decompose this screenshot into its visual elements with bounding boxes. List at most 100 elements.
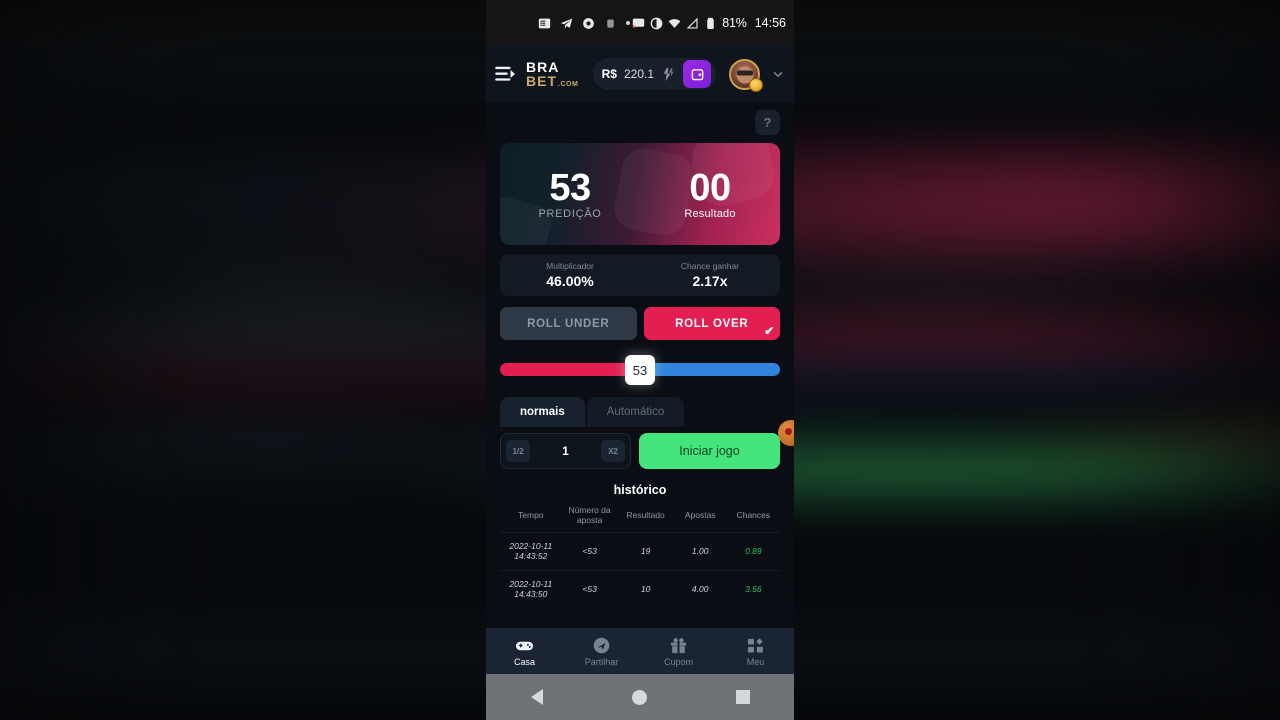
balance-amount: 220.1 xyxy=(623,67,654,81)
news-icon xyxy=(538,18,551,28)
help-label: ? xyxy=(763,115,772,130)
nav-label: Meu xyxy=(746,656,765,667)
cell-chances: 0.89 xyxy=(745,545,762,556)
app-icon xyxy=(607,18,614,28)
gift-icon xyxy=(670,637,687,653)
grid-icon xyxy=(747,637,763,653)
column-header-numero-aposta: Número da aposta xyxy=(568,505,611,525)
bet-controls: 1/2 1 X2 Iniciar jogo xyxy=(500,433,780,469)
nav-item-meu[interactable]: Meu xyxy=(717,636,794,667)
back-icon[interactable] xyxy=(530,689,543,705)
result-block: 00 Resultado xyxy=(640,143,780,245)
screenshot-stage: Multiplicador 46.00% Chance ganhar 2.17x… xyxy=(0,0,1280,720)
phone-screen: 81% 14:56 BRA BET .COM R$ 220.1 ? 53 PRE… xyxy=(486,0,794,720)
cast-icon xyxy=(633,18,645,28)
column-header-apostas: Apostas xyxy=(684,509,716,520)
android-system-nav xyxy=(486,674,794,720)
battery-icon xyxy=(707,17,715,29)
stat-value: 46.00% xyxy=(546,273,594,289)
tab-automatico[interactable]: Automático xyxy=(586,397,685,427)
history-title: histórico xyxy=(613,483,667,497)
wallet-button[interactable] xyxy=(683,60,711,88)
bet-amount-value[interactable]: 1 xyxy=(562,444,569,458)
stat-value: 2.17x xyxy=(692,273,728,289)
wallet-icon xyxy=(691,68,703,80)
logo-text-bottom: BET .COM xyxy=(526,74,578,88)
history-table: Tempo Número da aposta Resultado Apostas… xyxy=(500,505,780,608)
cell-numero-aposta: <53 xyxy=(582,545,597,556)
logo-text-top: BRA xyxy=(526,59,560,75)
nav-label: Casa xyxy=(513,656,535,667)
prediction-slider[interactable]: 53 xyxy=(500,355,780,385)
nav-item-partilhar[interactable]: Partilhar xyxy=(563,636,640,667)
chevron-down-icon[interactable] xyxy=(771,67,785,81)
bottom-navigation: Casa Partilhar Cupom Meu xyxy=(486,628,794,674)
dot-icon xyxy=(626,21,630,25)
app-header: BRA BET .COM R$ 220.1 xyxy=(486,46,794,102)
start-game-label: Iniciar jogo xyxy=(679,444,740,458)
cell-date: 2022-10-11 xyxy=(509,540,553,551)
cell-tempo: 2022-10-11 14:43:52 xyxy=(500,541,562,561)
help-row: ? xyxy=(500,102,780,135)
prediction-value: 53 xyxy=(549,166,591,209)
table-header-row: Tempo Número da aposta Resultado Apostas… xyxy=(500,505,780,532)
double-bet-button[interactable]: X2 xyxy=(601,440,625,462)
slider-thumb[interactable]: 53 xyxy=(625,355,655,385)
result-value: 00 xyxy=(689,166,731,209)
swap-icon[interactable] xyxy=(661,67,676,82)
mode-tabs: normais Automático xyxy=(500,397,780,427)
telegram-icon xyxy=(560,18,573,28)
result-label: Resultado xyxy=(684,207,736,220)
table-row: 2022-10-11 14:43:50 <53 10 4.00 3.56 xyxy=(500,569,780,608)
cell-apostas: 1.00 xyxy=(691,545,709,556)
halve-label: 1/2 xyxy=(512,446,524,456)
gamepad-icon xyxy=(515,641,534,650)
start-game-button[interactable]: Iniciar jogo xyxy=(639,433,780,469)
stat-multiplicador: Multiplicador 46.00% xyxy=(500,254,640,296)
share-icon xyxy=(593,637,610,653)
brand-logo[interactable]: BRA BET .COM xyxy=(526,60,578,88)
column-header-tempo: Tempo xyxy=(518,509,544,520)
nav-item-cupom[interactable]: Cupom xyxy=(640,636,717,667)
logo-bet-text: BET xyxy=(526,73,557,89)
chrome-icon xyxy=(583,17,594,29)
cell-date: 2022-10-11 xyxy=(509,578,553,589)
roll-mode-buttons: ROLL UNDER ROLL OVER ✔ xyxy=(500,307,780,340)
roll-over-label: ROLL OVER xyxy=(675,317,749,330)
status-system-icons: 81% 14:56 xyxy=(632,16,786,30)
column-header-resultado: Resultado xyxy=(626,509,665,520)
tab-label: Automático xyxy=(606,406,665,418)
home-icon[interactable] xyxy=(631,689,647,705)
cell-apostas: 4.00 xyxy=(691,583,709,594)
column-header-chances: Chances xyxy=(736,509,771,520)
battery-percent: 81% xyxy=(722,16,747,30)
avatar[interactable] xyxy=(729,58,763,92)
roll-over-button[interactable]: ROLL OVER ✔ xyxy=(643,307,780,340)
tab-label: normais xyxy=(520,406,565,418)
signal-icon xyxy=(686,17,698,29)
nav-item-casa[interactable]: Casa xyxy=(486,636,563,667)
cell-time: 14:43:52 xyxy=(514,551,548,562)
tab-normais[interactable]: normais xyxy=(500,397,585,427)
roll-under-button[interactable]: ROLL UNDER xyxy=(500,307,637,340)
stats-bar: Multiplicador 46.00% Chance ganhar 2.17x xyxy=(500,254,780,296)
halve-bet-button[interactable]: 1/2 xyxy=(506,440,530,462)
cell-chances: 3.56 xyxy=(745,583,762,594)
stat-label: Multiplicador xyxy=(546,261,594,271)
recents-icon[interactable] xyxy=(735,690,750,704)
help-icon[interactable]: ? xyxy=(755,110,780,135)
check-icon: ✔ xyxy=(764,324,775,338)
nav-label: Cupom xyxy=(663,656,693,667)
cell-time: 14:43:50 xyxy=(514,589,548,600)
table-row: 2022-10-11 14:43:52 <53 19 1.00 0.89 xyxy=(500,531,780,570)
logo-com-text: .COM xyxy=(558,81,579,88)
cell-resultado: 19 xyxy=(640,545,651,556)
clock: 14:56 xyxy=(754,16,786,30)
bet-amount-field[interactable]: 1/2 1 X2 xyxy=(500,433,631,469)
wifi-icon xyxy=(668,18,681,28)
hamburger-menu-icon[interactable] xyxy=(495,65,517,83)
prediction-result-panel: 53 PREDIÇÃO 00 Resultado xyxy=(500,143,780,245)
prediction-label: PREDIÇÃO xyxy=(538,207,602,220)
stat-label: Chance ganhar xyxy=(680,261,740,271)
balance-container[interactable]: R$ 220.1 xyxy=(592,58,716,90)
